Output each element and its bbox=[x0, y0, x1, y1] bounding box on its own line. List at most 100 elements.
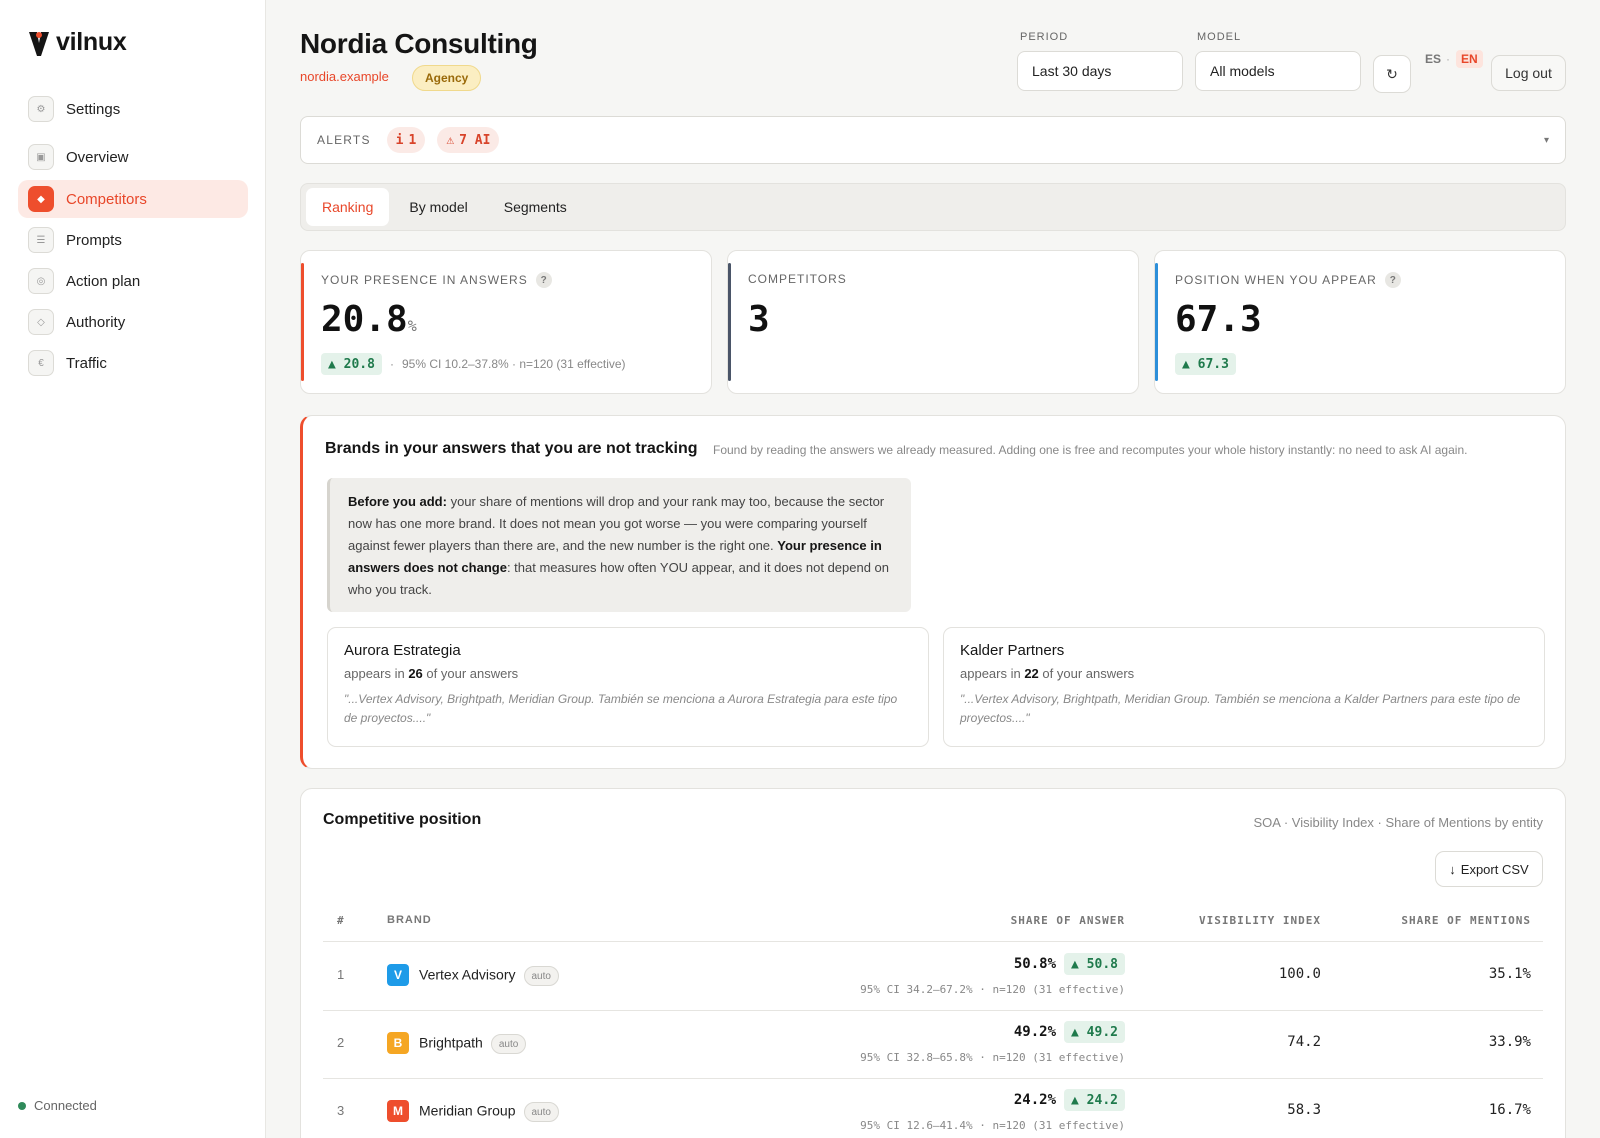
tab-segments[interactable]: Segments bbox=[488, 188, 583, 226]
kpi-delta-row: ▲ 67.3 bbox=[1175, 353, 1236, 375]
brand-mention-count: appears in 22 of your answers bbox=[960, 666, 1135, 681]
view-tabs: Ranking By model Segments bbox=[300, 183, 1566, 231]
auto-tag: auto bbox=[523, 966, 559, 986]
lang-en[interactable]: EN bbox=[1456, 50, 1483, 68]
sidebar-item-competitors[interactable]: ◆ Competitors bbox=[18, 180, 248, 218]
status-dot-icon bbox=[18, 1101, 26, 1110]
column-header-visibility[interactable]: VISIBILITY INDEX bbox=[1199, 914, 1321, 927]
domain-link[interactable]: nordia.example bbox=[300, 69, 389, 84]
kpi-accent-bar bbox=[1155, 263, 1158, 381]
untracked-brands-panel: Brands in your answers that you are not … bbox=[300, 415, 1566, 769]
sidebar-item-overview[interactable]: ▣ Overview bbox=[18, 138, 248, 176]
delta-badge: ▲ 24.2 bbox=[1064, 1089, 1125, 1111]
period-label: PERIOD bbox=[1020, 31, 1069, 43]
kpi-value: 3 bbox=[748, 299, 770, 340]
column-header-brand[interactable]: BRAND bbox=[387, 914, 432, 926]
delta-badge: ▲ 67.3 bbox=[1175, 353, 1236, 375]
sidebar-item-traffic[interactable]: € Traffic bbox=[18, 344, 248, 382]
delta-badge: ▲ 20.8 bbox=[321, 353, 382, 375]
competitive-position-panel: Competitive position SOA · Visibility In… bbox=[300, 788, 1566, 1138]
visibility-index-cell: 74.2 bbox=[1287, 1034, 1321, 1050]
period-select[interactable]: Last 30 days bbox=[1017, 51, 1183, 91]
info-icon: i bbox=[395, 132, 404, 148]
separator: · bbox=[389, 357, 394, 371]
alert-warning-chip[interactable]: ⚠ 7 AI bbox=[437, 127, 500, 153]
visibility-index-cell: 100.0 bbox=[1278, 966, 1321, 982]
tab-by-model[interactable]: By model bbox=[393, 188, 483, 226]
column-header-soa[interactable]: SHARE OF ANSWER bbox=[1011, 914, 1125, 927]
sidebar-item-authority[interactable]: ◇ Authority bbox=[18, 303, 248, 341]
brand-name: Meridian Group auto bbox=[419, 1102, 559, 1122]
gear-icon: ⚙ bbox=[28, 96, 54, 122]
tab-ranking[interactable]: Ranking bbox=[306, 188, 390, 226]
table-row[interactable]: 2 B Brightpath auto 49.2% ▲ 49.2 95% CI 3… bbox=[323, 1010, 1543, 1078]
sidebar-item-label: Overview bbox=[66, 148, 129, 166]
panel-subtitle: SOA · Visibility Index · Share of Mentio… bbox=[1253, 815, 1543, 830]
kpi-value: 20.8% bbox=[321, 299, 417, 340]
diamond-icon: ◆ bbox=[28, 186, 54, 212]
sidebar-item-label: Traffic bbox=[66, 354, 107, 372]
auto-tag: auto bbox=[490, 1034, 527, 1054]
rank-cell: 1 bbox=[337, 967, 345, 982]
brand-mention-count: appears in 26 of your answers bbox=[344, 666, 519, 681]
brand-name: Kalder Partners bbox=[960, 642, 1065, 659]
share-of-mentions-cell: 33.9% bbox=[1488, 1034, 1531, 1050]
kpi-value: 67.3 bbox=[1175, 299, 1262, 340]
sidebar-item-prompts[interactable]: ☰ Prompts bbox=[18, 221, 248, 259]
logo-text: vilnux bbox=[56, 28, 127, 56]
help-icon[interactable]: ? bbox=[535, 272, 552, 288]
rank-cell: 3 bbox=[337, 1103, 345, 1118]
help-icon[interactable]: ? bbox=[1384, 272, 1401, 288]
status-label: Connected bbox=[34, 1098, 97, 1113]
table-row[interactable]: 3 M Meridian Group auto 24.2% ▲ 24.2 95% … bbox=[323, 1078, 1543, 1138]
alerts-bar[interactable]: ALERTS i 1 ⚠ 7 AI ▾ bbox=[300, 116, 1566, 164]
warning-icon: ⚠ bbox=[446, 132, 455, 148]
brand-quote: "...Vertex Advisory, Brightpath, Meridia… bbox=[960, 692, 1521, 725]
logo[interactable]: vilnux bbox=[28, 28, 127, 57]
confidence-interval: 95% CI 34.2–67.2% · n=120 (31 effective) bbox=[860, 983, 1125, 996]
kpi-label: POSITION WHEN YOU APPEAR ? bbox=[1175, 272, 1401, 288]
delta-badge: ▲ 49.2 bbox=[1064, 1021, 1125, 1043]
refresh-button[interactable]: ↻ bbox=[1373, 55, 1411, 93]
kpi-delta-row: ▲ 20.8 · 95% CI 10.2–37.8% · n=120 (31 e… bbox=[321, 353, 626, 375]
logo-mark-icon bbox=[29, 31, 49, 56]
model-value: All models bbox=[1210, 63, 1275, 79]
sidebar-item-label: Action plan bbox=[66, 272, 141, 290]
kpi-label: COMPETITORS bbox=[748, 272, 847, 286]
column-header-som[interactable]: SHARE OF MENTIONS bbox=[1401, 914, 1531, 927]
soa-cell: 49.2% ▲ 49.2 bbox=[1014, 1021, 1125, 1043]
logout-button[interactable]: Log out bbox=[1491, 55, 1566, 91]
table-row[interactable]: 1 V Vertex Advisory auto 50.8% ▲ 50.8 95%… bbox=[323, 942, 1543, 1010]
delta-badge: ▲ 50.8 bbox=[1064, 953, 1125, 975]
alert-info-count: 1 bbox=[408, 132, 417, 148]
lang-es[interactable]: ES bbox=[1425, 52, 1441, 66]
model-label: MODEL bbox=[1197, 31, 1242, 43]
refresh-icon: ↻ bbox=[1386, 65, 1398, 82]
page-title: Nordia Consulting bbox=[300, 28, 538, 59]
kpi-card-competitors: COMPETITORS 3 bbox=[727, 250, 1139, 394]
auto-tag: auto bbox=[523, 1102, 559, 1122]
agency-badge: Agency bbox=[412, 65, 482, 91]
sidebar-item-label: Settings bbox=[66, 100, 121, 118]
shield-icon: ◇ bbox=[28, 309, 54, 335]
kpi-card-position: POSITION WHEN YOU APPEAR ? 67.3 ▲ 67.3 bbox=[1154, 250, 1566, 394]
alert-warning-count: 7 AI bbox=[459, 132, 491, 148]
chevron-down-icon[interactable]: ▾ bbox=[1544, 135, 1549, 146]
target-icon: ◎ bbox=[28, 268, 54, 294]
alerts-label: ALERTS bbox=[317, 133, 371, 147]
sidebar-item-action-plan[interactable]: ◎ Action plan bbox=[18, 262, 248, 300]
untracked-brand-card[interactable]: Kalder Partners appears in 22 of your an… bbox=[943, 627, 1545, 747]
share-of-mentions-cell: 35.1% bbox=[1488, 966, 1531, 982]
alert-info-chip[interactable]: i 1 bbox=[386, 127, 426, 153]
sidebar-item-label: Prompts bbox=[66, 231, 122, 249]
sidebar-item-settings[interactable]: ⚙ Settings bbox=[18, 90, 248, 128]
model-select[interactable]: All models bbox=[1195, 51, 1361, 91]
confidence-interval: 95% CI 12.6–41.4% · n=120 (31 effective) bbox=[860, 1119, 1125, 1132]
brand-name: Vertex Advisory auto bbox=[419, 966, 559, 986]
panel-title: Brands in your answers that you are not … bbox=[325, 440, 698, 457]
panel-title: Competitive position bbox=[323, 811, 482, 828]
column-header-rank: # bbox=[337, 914, 345, 927]
export-csv-button[interactable]: ↓ Export CSV bbox=[1435, 851, 1543, 887]
untracked-brand-card[interactable]: Aurora Estrategia appears in 26 of your … bbox=[327, 627, 929, 747]
brand-logo: V bbox=[387, 964, 409, 986]
